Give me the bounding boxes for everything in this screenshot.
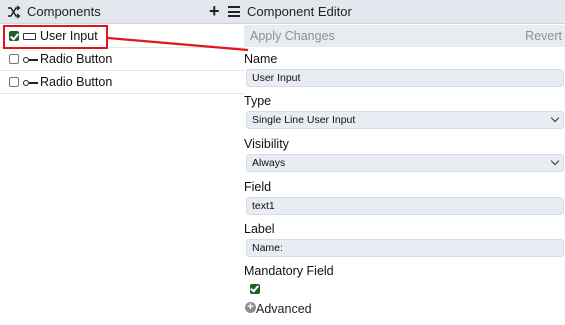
highlight-box — [3, 25, 108, 49]
component-editor-panel: Component Editor Apply Changes Revert Na… — [244, 0, 565, 325]
item-checkbox[interactable] — [9, 77, 19, 87]
shuffle-icon — [8, 5, 21, 19]
radio-button-icon — [23, 79, 38, 87]
chevron-down-icon — [550, 156, 560, 166]
item-checkbox[interactable] — [9, 54, 19, 64]
type-label: Type — [244, 94, 272, 108]
type-value: Single Line User Input — [252, 114, 356, 126]
list-item-radio-button[interactable]: Radio Button — [0, 48, 244, 71]
item-label: Radio Button — [40, 52, 113, 66]
apply-changes-button[interactable]: Apply Changes — [250, 29, 335, 43]
visibility-select[interactable]: Always — [246, 154, 564, 172]
label-input[interactable]: Name: — [246, 239, 564, 257]
components-title: Components — [27, 4, 101, 19]
mandatory-checkbox[interactable] — [250, 284, 260, 294]
name-field[interactable]: User Input — [246, 69, 564, 87]
editor-header: Component Editor — [244, 0, 565, 24]
field-input[interactable]: text1 — [246, 197, 564, 215]
plus-circle-icon[interactable]: + — [245, 302, 256, 313]
type-select[interactable]: Single Line User Input — [246, 111, 564, 129]
visibility-label: Visibility — [244, 137, 289, 151]
radio-button-icon — [23, 56, 38, 64]
menu-icon[interactable] — [228, 6, 240, 17]
field-value: text1 — [252, 200, 275, 212]
visibility-value: Always — [252, 157, 286, 169]
components-header: Components + — [0, 0, 244, 24]
revert-button[interactable]: Revert — [525, 29, 562, 43]
name-label: Name — [244, 52, 278, 66]
advanced-toggle[interactable]: Advanced — [256, 302, 312, 316]
chevron-down-icon — [550, 113, 560, 123]
editor-toolbar: Apply Changes Revert — [244, 25, 565, 47]
editor-title: Component Editor — [247, 4, 352, 19]
field-label: Field — [244, 180, 272, 194]
label-label: Label — [244, 222, 275, 236]
add-component-button[interactable]: + — [209, 1, 220, 21]
label-value: Name: — [252, 242, 283, 254]
name-value: User Input — [252, 72, 301, 84]
item-label: Radio Button — [40, 75, 113, 89]
list-item-radio-button[interactable]: Radio Button — [0, 71, 244, 94]
mandatory-label: Mandatory Field — [244, 264, 334, 278]
